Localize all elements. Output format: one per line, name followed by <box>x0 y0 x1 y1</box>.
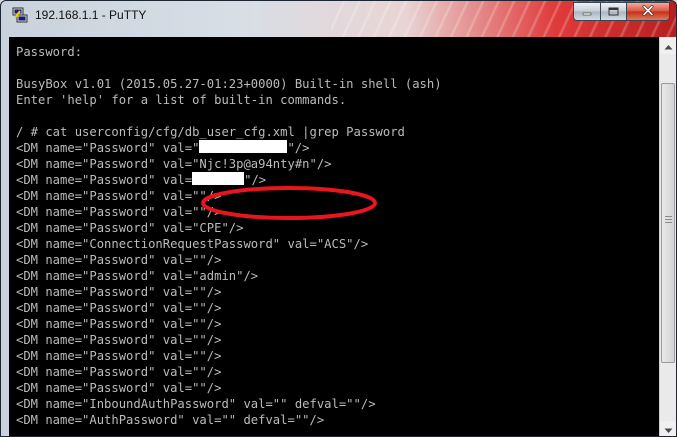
window-title: 192.168.1.1 - PuTTY <box>35 8 147 22</box>
scroll-down-arrow-icon <box>664 421 673 437</box>
terminal-line: <DM name="InboundAuthPassword" val="" de… <box>16 397 376 411</box>
terminal-line: <DM name="Password" val=""/> <box>16 349 222 363</box>
redaction-bar <box>199 140 288 153</box>
maximize-button[interactable] <box>600 2 626 21</box>
scroll-thumb-grip <box>665 216 672 224</box>
terminal-line: <DM name="Password" val="CPE"/> <box>16 221 244 235</box>
terminal-line-redacted: <DM name="Password" val= "/> <box>16 172 442 188</box>
terminal-line: <DM name="Password" val=""/> <box>16 365 222 379</box>
terminal-line: <DM name="Password" val=""/> <box>16 205 222 219</box>
terminal-line: <DM name="Password" val=""/> <box>16 301 222 315</box>
close-icon <box>642 3 654 21</box>
vertical-scrollbar[interactable] <box>659 37 676 437</box>
terminal-line-redacted: <DM name="Password" val=" "/> <box>16 140 442 156</box>
terminal-line: <DM name="Password" val=""/> <box>16 381 222 395</box>
terminal-line: <DM name="Password" val="admin"/> <box>16 269 259 283</box>
caption-buttons <box>573 2 670 22</box>
terminal-line-tail: "/> <box>244 173 267 187</box>
terminal-lines: Password: BusyBox v1.01 (2015.05.27-01:2… <box>16 44 442 428</box>
scroll-up-button[interactable] <box>660 37 676 54</box>
terminal-line: <DM name="Password" val=""/> <box>16 189 222 203</box>
minimize-button[interactable] <box>573 2 600 21</box>
scroll-thumb[interactable] <box>661 83 675 363</box>
terminal-line: <DM name="Password" val=""/> <box>16 333 222 347</box>
terminal-line: <DM name="Password" val=""/> <box>16 317 222 331</box>
terminal-line-tail: "/> <box>287 141 310 155</box>
putty-window: 192.168.1.1 - PuTTY Password: BusyBox v1… <box>0 0 677 437</box>
terminal-line: Password: <box>16 45 83 59</box>
terminal-output[interactable]: Password: BusyBox v1.01 (2015.05.27-01:2… <box>9 37 659 436</box>
redaction-bar <box>192 172 245 185</box>
scroll-up-arrow-icon <box>664 37 673 55</box>
scroll-down-button[interactable] <box>660 421 676 437</box>
title-bar[interactable]: 192.168.1.1 - PuTTY <box>1 1 676 37</box>
terminal-line: <DM name="Password" val="Njc!3p@a94nty#n… <box>16 157 332 171</box>
terminal-line: / # cat userconfig/cfg/db_user_cfg.xml |… <box>16 125 405 139</box>
minimize-icon <box>582 3 592 21</box>
putty-icon[interactable] <box>12 7 28 23</box>
terminal-line: <DM name="Password" val=""/> <box>16 253 222 267</box>
terminal-line: BusyBox v1.01 (2015.05.27-01:23+0000) Bu… <box>16 77 442 91</box>
maximize-icon <box>608 3 619 21</box>
terminal-line: <DM name="Password" val=""/> <box>16 285 222 299</box>
terminal-line: <DM name="ConnectionRequestPassword" val… <box>16 237 369 251</box>
close-button[interactable] <box>626 2 670 21</box>
terminal-line: Enter 'help' for a list of built-in comm… <box>16 93 347 107</box>
terminal-line-text: <DM name="Password" val=" <box>16 141 200 155</box>
terminal-line-text: <DM name="Password" val= <box>16 173 193 187</box>
terminal-line: <DM name="AuthPassword" val="" defval=""… <box>16 413 325 427</box>
